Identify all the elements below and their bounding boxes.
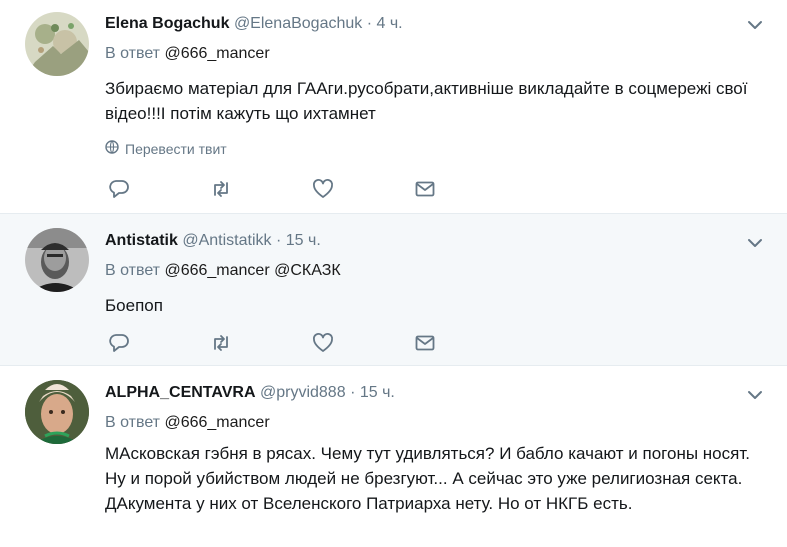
avatar[interactable]: [25, 228, 89, 292]
tweet[interactable]: Elena Bogachuk @ElenaBogachuk · 4 ч. В о…: [0, 0, 787, 214]
author-handle[interactable]: @Antistatikk: [182, 232, 271, 249]
tweet[interactable]: ALPHA_CENTAVRA @pryvid888 · 15 ч. В отве…: [0, 366, 787, 547]
tweet-actions: [108, 332, 516, 359]
translate-link[interactable]: Перевести твит: [105, 140, 767, 157]
like-button[interactable]: [312, 332, 414, 359]
tweet-text: Збираємо матеріал для ГААги.русобрати,ак…: [105, 79, 748, 123]
avatar[interactable]: [25, 12, 89, 76]
reply-icon: [108, 178, 130, 205]
reply-prefix: В ответ: [105, 262, 161, 279]
author-handle[interactable]: @ElenaBogachuk: [234, 15, 362, 32]
author-name[interactable]: Elena Bogachuk: [105, 15, 229, 32]
reply-prefix: В ответ: [105, 45, 161, 62]
retweet-icon: [210, 178, 232, 205]
mention-link[interactable]: @666_mancer: [164, 414, 269, 431]
chevron-down-icon[interactable]: [747, 236, 763, 248]
reply-prefix: В ответ: [105, 414, 161, 431]
like-icon: [312, 178, 334, 205]
message-button[interactable]: [414, 334, 516, 356]
reply-context: В ответ @666_mancer: [105, 44, 767, 64]
separator-dot: ·: [350, 384, 356, 401]
avatar[interactable]: [25, 380, 89, 444]
author-name[interactable]: Antistatik: [105, 232, 178, 249]
author-name[interactable]: ALPHA_CENTAVRA: [105, 384, 256, 401]
mention-link[interactable]: @СКАЗК: [274, 262, 341, 279]
reply-context: В ответ @666_mancer @СКАЗК: [105, 261, 767, 281]
mention-link[interactable]: @666_mancer: [164, 262, 269, 279]
tweet-text: МАсковская гэбня в рясах. Чему тут удивл…: [105, 444, 750, 513]
like-button[interactable]: [312, 178, 414, 205]
mention-link[interactable]: @666_mancer: [164, 45, 269, 62]
separator-dot: ·: [275, 232, 282, 249]
message-icon: [414, 178, 436, 205]
globe-icon: [105, 140, 119, 157]
tweet-text: Боепоп: [105, 296, 163, 315]
tweet-actions: [108, 178, 516, 205]
message-icon: [414, 332, 436, 359]
retweet-button[interactable]: [210, 180, 312, 202]
reply-button[interactable]: [108, 332, 210, 359]
reply-button[interactable]: [108, 178, 210, 205]
reply-context: В ответ @666_mancer: [105, 413, 767, 433]
retweet-button[interactable]: [210, 334, 312, 356]
chevron-down-icon[interactable]: [747, 388, 763, 400]
reply-icon: [108, 332, 130, 359]
chevron-down-icon[interactable]: [747, 18, 763, 30]
message-button[interactable]: [414, 180, 516, 202]
author-handle[interactable]: @pryvid888: [260, 384, 346, 401]
timestamp[interactable]: 4 ч.: [377, 15, 403, 32]
separator-dot: ·: [366, 15, 373, 32]
timestamp[interactable]: 15 ч.: [360, 384, 395, 401]
like-icon: [312, 332, 334, 359]
retweet-icon: [210, 332, 232, 359]
tweet[interactable]: Antistatik @Antistatikk · 15 ч. В ответ …: [0, 214, 787, 366]
timestamp[interactable]: 15 ч.: [286, 232, 321, 249]
translate-label: Перевести твит: [125, 140, 227, 157]
